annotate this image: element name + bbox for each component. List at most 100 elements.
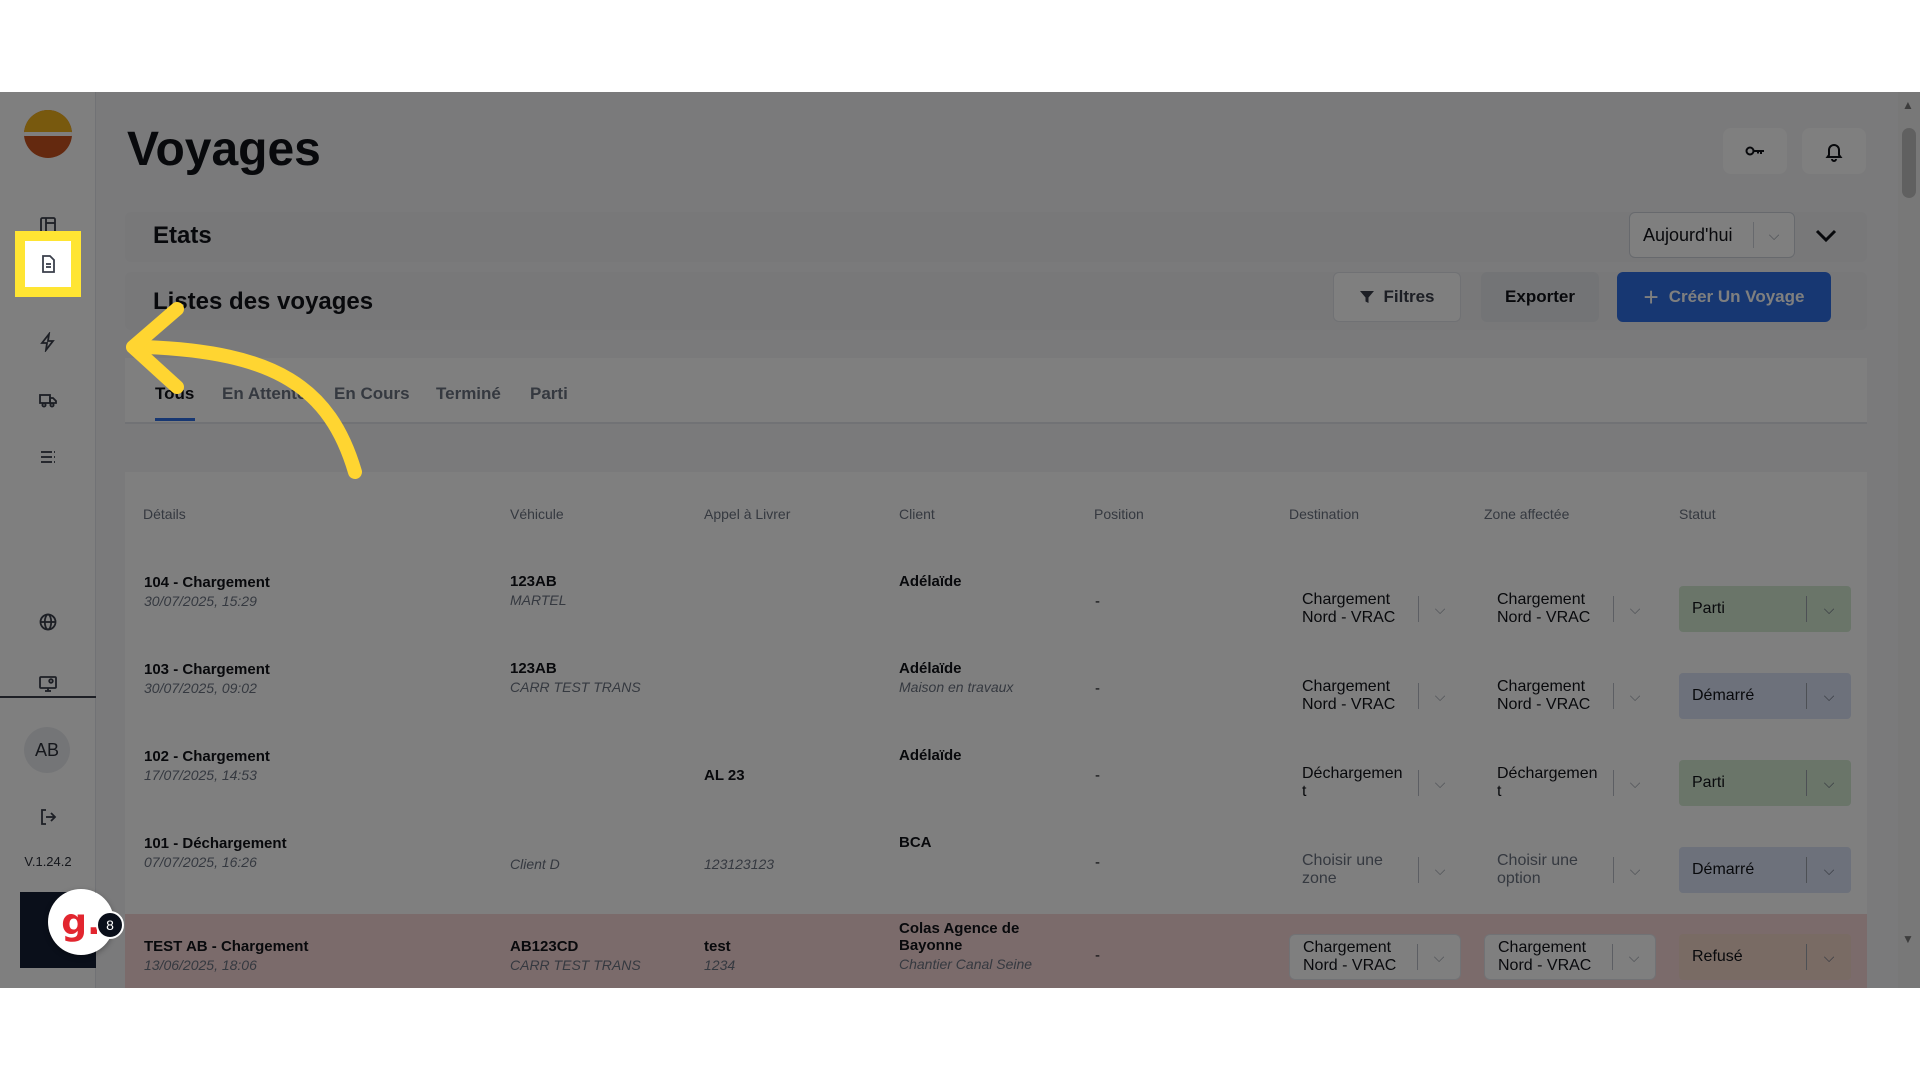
highlighted-sidebar-item-voyages[interactable] [15, 231, 81, 297]
scrollbar-thumb[interactable] [1902, 128, 1916, 198]
scrollbar[interactable] [1898, 92, 1920, 988]
zone-line: Chargement [1498, 939, 1587, 956]
period-select[interactable]: Aujourd'hui ⌵ [1629, 212, 1795, 258]
scroll-up-icon[interactable]: ▲ [1902, 98, 1914, 112]
stats-title: Etats [153, 222, 212, 249]
client-name: Adélaïde [899, 573, 962, 590]
destination-select[interactable]: Chargement Nord - VRAC ⌵ [1289, 586, 1461, 632]
export-button[interactable]: Exporter [1481, 272, 1599, 322]
table-row[interactable]: 104 - Chargement 30/07/2025, 15:29 123AB M… [125, 566, 1867, 653]
status-select[interactable]: Refusé ⌵ [1679, 934, 1851, 980]
destination-line: Choisir une [1302, 852, 1383, 869]
chevron-down-icon: ⌵ [1629, 861, 1641, 878]
avatar[interactable]: AB [24, 727, 70, 773]
zone-select[interactable]: Chargement Nord - VRAC ⌵ [1484, 673, 1656, 719]
sidebar-item-vehicles[interactable] [28, 380, 68, 420]
sidebar-item-logout[interactable] [28, 797, 68, 837]
status-select[interactable]: Parti ⌵ [1679, 760, 1851, 806]
stats-collapse-toggle[interactable] [1812, 222, 1840, 250]
position-value: - [1095, 680, 1100, 697]
tab-parti[interactable]: Parti [530, 384, 568, 404]
chevron-down-icon: ⌵ [1434, 861, 1446, 878]
destination-select[interactable]: Déchargemen t ⌵ [1289, 760, 1461, 806]
zone-line: t [1497, 783, 1502, 800]
stats-panel: Etats Aujourd'hui ⌵ [125, 212, 1867, 262]
client-site: Chantier Canal Seine [899, 956, 1033, 972]
voyage-title[interactable]: 102 - Chargement [144, 748, 270, 765]
column-header[interactable]: Destination [1289, 506, 1359, 522]
filter-button[interactable]: Filtres [1333, 272, 1461, 322]
create-voyage-button[interactable]: + Créer Un Voyage [1617, 272, 1831, 322]
destination-select[interactable]: Chargement Nord - VRAC ⌵ [1289, 673, 1461, 719]
column-header[interactable]: Client [899, 506, 935, 522]
call-reference: 123123123 [704, 856, 775, 872]
destination-select[interactable]: Chargement Nord - VRAC ⌵ [1289, 934, 1461, 980]
sidebar-item-globe[interactable] [28, 602, 68, 642]
voyage-title[interactable]: 104 - Chargement [144, 574, 270, 591]
sidebar-item-screen[interactable] [28, 664, 68, 704]
chevron-down-icon: ⌵ [1434, 687, 1446, 704]
client-name: BCA [899, 834, 932, 851]
list-header: Listes des voyages Filtres Exporter + Cr… [125, 272, 1867, 330]
chevron-down-icon: ⌵ [1433, 948, 1445, 965]
voyage-date: 30/07/2025, 09:02 [144, 680, 257, 696]
plus-icon: + [1643, 282, 1659, 312]
vehicle-carrier: Client D [510, 856, 560, 872]
zone-line: Nord - VRAC [1497, 696, 1591, 713]
chevron-down-icon [1815, 229, 1837, 243]
vehicle-carrier: CARR TEST TRANS [510, 679, 641, 695]
status-select[interactable]: Démarré ⌵ [1679, 847, 1851, 893]
zone-line: option [1497, 870, 1541, 887]
column-header[interactable]: Détails [143, 506, 186, 522]
voyage-date: 30/07/2025, 15:29 [144, 593, 257, 609]
app-screen: AB V.1.24.2 Voyages Etats Aujourd'hui ⌵ … [0, 92, 1920, 988]
globe-icon [39, 613, 57, 631]
voyage-date: 07/07/2025, 16:26 [144, 854, 257, 870]
status-value: Parti [1692, 600, 1725, 617]
table-row[interactable]: 102 - Chargement 17/07/2025, 14:53 AL 23 … [125, 740, 1867, 827]
chevron-down-icon: ⌵ [1823, 774, 1835, 791]
zone-select[interactable]: Chargement Nord - VRAC ⌵ [1484, 586, 1656, 632]
notifications-button[interactable] [1802, 128, 1866, 174]
zone-select[interactable]: Chargement Nord - VRAC ⌵ [1484, 934, 1656, 980]
destination-select[interactable]: Choisir une zone ⌵ [1289, 847, 1461, 893]
voyage-title[interactable]: 101 - Déchargement [144, 835, 287, 852]
zone-line: Chargement [1497, 591, 1586, 608]
chevron-down-icon: ⌵ [1434, 600, 1446, 617]
voyage-title[interactable]: 103 - Chargement [144, 661, 270, 678]
zone-line: Nord - VRAC [1498, 957, 1592, 974]
voyage-title[interactable]: TEST AB - Chargement [144, 938, 308, 955]
destination-line: zone [1302, 870, 1337, 887]
client-name: Colas Agence de Bayonne [899, 920, 1020, 954]
status-select[interactable]: Parti ⌵ [1679, 586, 1851, 632]
scroll-down-icon[interactable]: ▼ [1902, 932, 1914, 946]
column-header[interactable]: Véhicule [510, 506, 564, 522]
table-row[interactable]: 101 - Déchargement 07/07/2025, 16:26 Clie… [125, 827, 1867, 914]
chevron-down-icon: ⌵ [1823, 687, 1835, 704]
chevron-down-icon: ⌵ [1629, 774, 1641, 791]
zone-select[interactable]: Choisir une option ⌵ [1484, 847, 1656, 893]
app-logo[interactable] [24, 110, 72, 158]
column-header[interactable]: Appel à Livrer [704, 506, 790, 522]
monitor-icon [39, 676, 57, 692]
column-header[interactable]: Position [1094, 506, 1144, 522]
bell-icon [1825, 144, 1843, 162]
sidebar: AB V.1.24.2 [0, 92, 96, 988]
column-header[interactable]: Statut [1679, 506, 1716, 522]
tab-termine[interactable]: Terminé [436, 384, 501, 404]
sidebar-item-lists[interactable] [28, 437, 68, 477]
list-icon [41, 451, 55, 463]
zone-line: Déchargemen [1497, 765, 1598, 782]
sidebar-item-activity[interactable] [28, 322, 68, 362]
status-select[interactable]: Démarré ⌵ [1679, 673, 1851, 719]
status-value: Démarré [1692, 687, 1755, 704]
key-button[interactable] [1723, 128, 1787, 174]
zone-select[interactable]: Déchargemen t ⌵ [1484, 760, 1656, 806]
table-row[interactable]: 103 - Chargement 30/07/2025, 09:02 123AB C… [125, 653, 1867, 740]
chevron-down-icon: ⌵ [1434, 774, 1446, 791]
column-header[interactable]: Zone affectée [1484, 506, 1569, 522]
call-to-deliver: test [704, 938, 731, 955]
status-value: Parti [1692, 774, 1725, 791]
destination-line: Nord - VRAC [1302, 696, 1396, 713]
table-row[interactable]: TEST AB - Chargement 13/06/2025, 18:06 AB… [125, 914, 1867, 988]
